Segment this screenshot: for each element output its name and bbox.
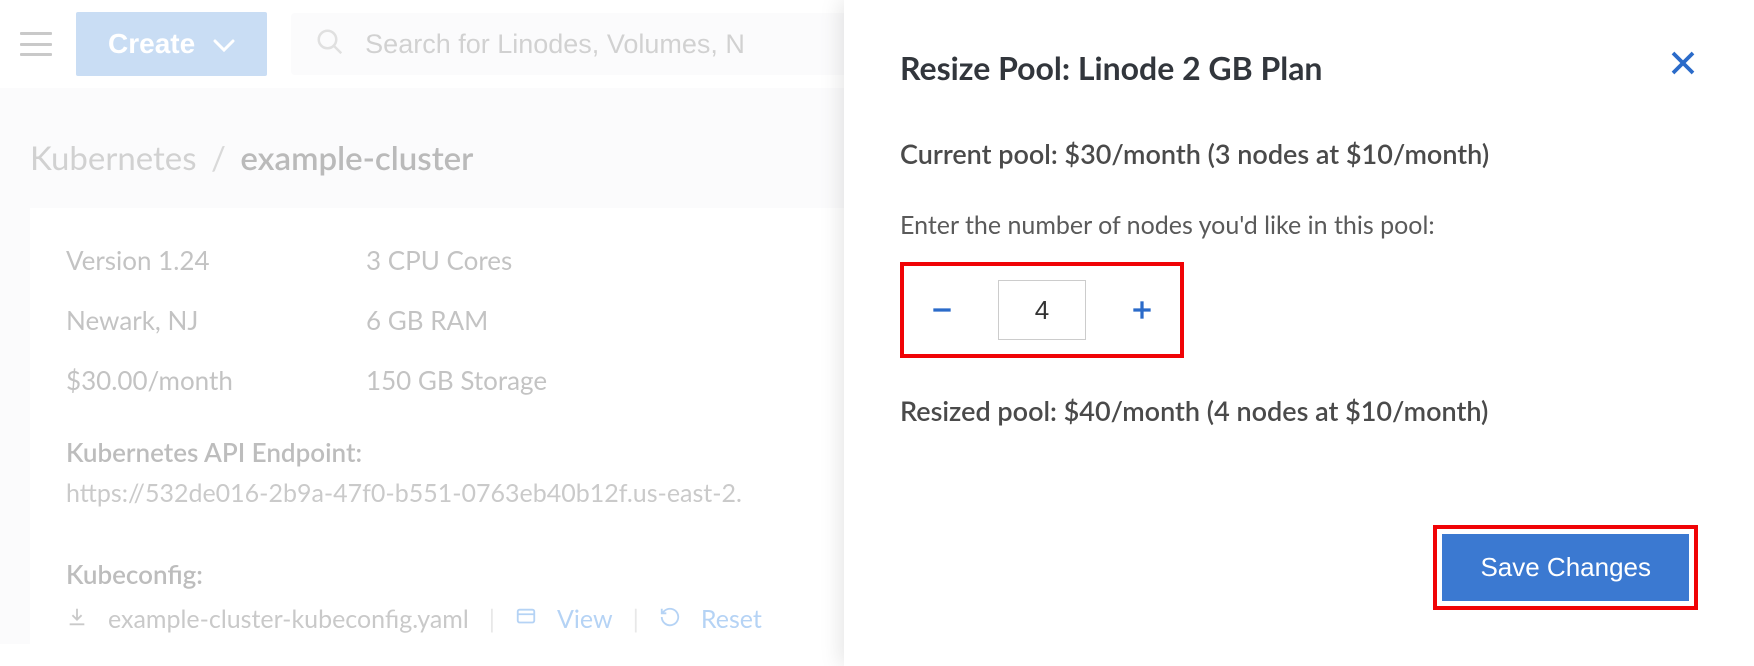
drawer-title: Resize Pool: Linode 2 GB Plan bbox=[900, 48, 1322, 87]
cluster-price: $30.00/month bbox=[66, 364, 326, 396]
reset-icon[interactable] bbox=[659, 604, 681, 634]
reset-link[interactable]: Reset bbox=[701, 604, 762, 634]
search-icon bbox=[315, 27, 345, 61]
node-count-stepper bbox=[900, 262, 1184, 358]
close-icon[interactable] bbox=[1668, 48, 1698, 82]
resize-pool-drawer: Resize Pool: Linode 2 GB Plan Current po… bbox=[844, 0, 1754, 666]
chevron-down-icon bbox=[213, 28, 235, 60]
resized-pool-text: Resized pool: $40/month (4 nodes at $10/… bbox=[900, 394, 1698, 427]
breadcrumb-leaf: example-cluster bbox=[240, 138, 473, 178]
view-icon[interactable] bbox=[515, 604, 537, 634]
download-icon[interactable] bbox=[66, 604, 88, 634]
breadcrumb-root[interactable]: Kubernetes bbox=[30, 138, 197, 178]
cluster-location: Newark, NJ bbox=[66, 304, 326, 336]
create-button[interactable]: Create bbox=[76, 12, 267, 76]
view-link[interactable]: View bbox=[557, 604, 613, 634]
breadcrumb-separator: / bbox=[211, 138, 226, 178]
current-pool-text: Current pool: $30/month (3 nodes at $10/… bbox=[900, 137, 1698, 170]
cluster-version: Version 1.24 bbox=[66, 244, 326, 276]
node-count-input[interactable] bbox=[998, 280, 1086, 340]
kubeconfig-filename[interactable]: example-cluster-kubeconfig.yaml bbox=[108, 604, 469, 634]
decrement-button[interactable] bbox=[922, 290, 962, 330]
create-label: Create bbox=[108, 28, 195, 60]
menu-icon[interactable] bbox=[20, 32, 52, 56]
node-count-instruction: Enter the number of nodes you'd like in … bbox=[900, 210, 1698, 240]
increment-button[interactable] bbox=[1122, 290, 1162, 330]
save-changes-button[interactable]: Save Changes bbox=[1442, 534, 1689, 601]
